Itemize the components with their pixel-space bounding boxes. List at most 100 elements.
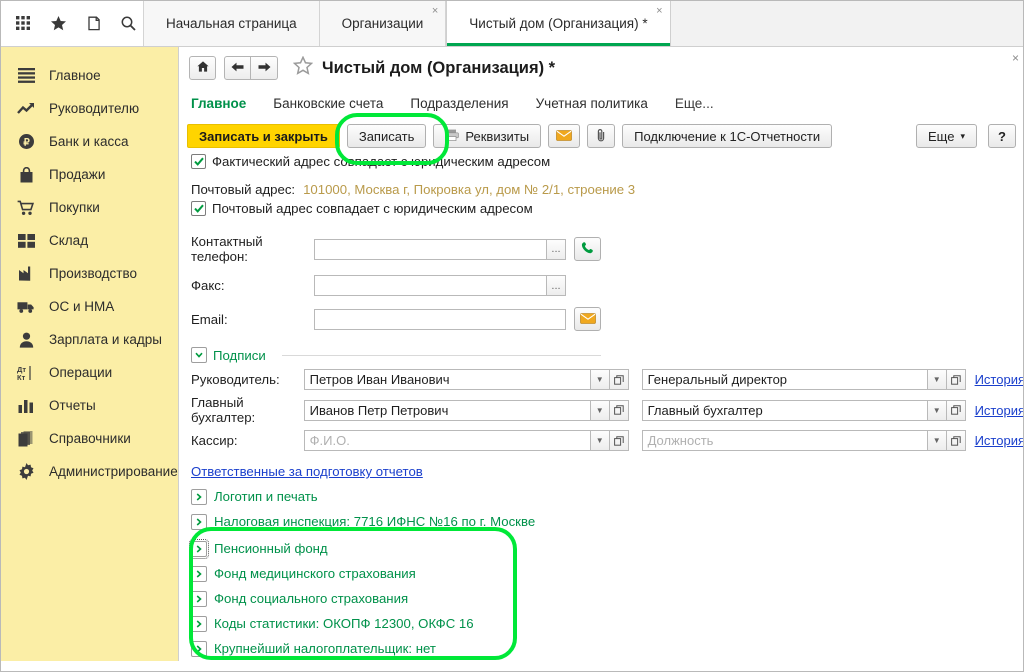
sidebar-item-otchety[interactable]: Отчеты [1,389,178,422]
sidebar-item-proizvodstvo[interactable]: Производство [1,257,178,290]
search-icon[interactable] [120,15,137,32]
navlink-more[interactable]: Еще... [675,96,714,111]
tab-home[interactable]: Начальная страница [144,1,320,46]
apps-grid-icon[interactable] [15,15,32,32]
sidebar-item-label: Производство [49,266,138,281]
accountant-position-dropdown[interactable]: ▼ [927,399,947,421]
cashier-position-dropdown[interactable]: ▼ [927,430,947,451]
organization-form: Фактический адрес совпадает с юридически… [180,152,1023,661]
accountant-history-link[interactable]: История [975,403,1023,418]
accountant-name-open-button[interactable] [609,399,629,421]
chevron-right-icon[interactable] [191,565,207,582]
more-menu-button[interactable]: Еще ▾ [916,124,977,148]
chevron-right-icon[interactable] [189,538,209,559]
debit-credit-icon: Дт Кт [17,364,35,382]
save-button[interactable]: Записать [346,124,427,148]
director-position-open-button[interactable] [946,369,966,390]
director-name-input[interactable]: Петров Иван Иванович [303,369,591,390]
requisites-button[interactable]: Реквизиты [433,124,542,148]
accountant-position-open-button[interactable] [946,399,966,421]
chevron-right-icon[interactable] [191,488,207,505]
tab-bar-filler [670,1,1023,46]
sidebar-item-prodazhi[interactable]: Продажи [1,158,178,191]
help-button[interactable]: ? [988,124,1016,148]
back-button[interactable] [224,56,251,80]
fax-input[interactable] [314,275,547,296]
director-position-input[interactable]: Генеральный директор [641,369,928,390]
connect-1c-reporting-button[interactable]: Подключение к 1С-Отчетности [622,124,833,148]
send-email-button[interactable] [548,124,581,148]
chevron-down-icon[interactable] [191,347,207,363]
sidebar-item-sklad[interactable]: Склад [1,224,178,257]
accountant-name-dropdown[interactable]: ▼ [590,399,610,421]
attach-file-button[interactable] [587,124,616,148]
responsible-for-reports-link[interactable]: Ответственные за подготовку отчетов [191,464,423,479]
chevron-down-icon: ▾ [960,130,965,141]
navlink-podrazdeleniya[interactable]: Подразделения [410,96,508,111]
chevron-right-icon[interactable] [191,590,207,607]
phone-input[interactable] [314,238,547,260]
cashier-name-open-button[interactable] [609,430,629,451]
arrow-left-icon [231,61,244,75]
tab-label: Организации [341,16,424,31]
chevron-right-icon[interactable] [191,615,207,632]
tab-label: Начальная страница [166,16,297,31]
sidebar-item-operacii[interactable]: Дт Кт Операции [1,356,178,389]
director-name-dropdown[interactable]: ▼ [590,369,610,390]
sidebar-item-pokupki[interactable]: Покупки [1,191,178,224]
sidebar-item-os-i-nma[interactable]: ОС и НМА [1,290,178,323]
section-fond-medicinskogo-strahovaniya[interactable]: Фонд медицинского страхования [191,561,1023,586]
postal-address-value[interactable]: 101000, Москва г, Покровка ул, дом № 2/1… [303,182,635,197]
chevron-right-icon[interactable] [191,640,207,657]
close-icon[interactable]: × [1012,52,1019,64]
cashier-name-input[interactable]: Ф.И.О. [303,430,591,451]
section-nalogovaya-inspekciya[interactable]: Налоговая инспекция: 7716 ИФНС №16 по г.… [191,509,1023,534]
sidebar-item-spravochniki[interactable]: Справочники [1,422,178,455]
document-header: Чистый дом (Организация) * [180,47,1023,89]
sidebar-item-label: Отчеты [49,398,96,413]
call-button[interactable] [574,237,601,261]
director-position-dropdown[interactable]: ▼ [927,369,947,390]
navlink-glavnoe[interactable]: Главное [191,96,246,111]
sidebar-item-administrirovanie[interactable]: Администрирование [1,455,178,488]
cashier-position-open-button[interactable] [946,430,966,451]
navlink-uchetnaya-politika[interactable]: Учетная политика [536,96,648,111]
email-input[interactable] [314,308,566,330]
section-fond-socialnogo-strahovaniya[interactable]: Фонд социального страхования [191,586,1023,611]
send-email-field-button[interactable] [574,307,601,331]
tab-chistyi-dom-organization[interactable]: Чистый дом (Организация) * × [446,1,671,46]
accountant-position-input[interactable]: Главный бухгалтер [641,399,928,421]
section-logotip-i-pechat[interactable]: Логотип и печать [191,484,1023,509]
section-kody-statistiki[interactable]: Коды статистики: ОКОПФ 12300, ОКФС 16 [191,611,1023,636]
ruble-coin-icon: ₽ [17,133,35,151]
add-to-favorites-button[interactable] [290,55,316,81]
star-favorites-icon[interactable] [50,15,67,32]
fax-select-button[interactable]: ... [547,275,566,296]
director-history-link[interactable]: История [975,372,1023,387]
signatures-section-toggle[interactable]: Подписи [191,347,601,363]
history-icon[interactable] [85,15,102,32]
section-krupneishii-nalogoplatelshchik[interactable]: Крупнейший налогоплательщик: нет [191,636,1023,661]
svg-text:₽: ₽ [23,138,30,149]
cashier-history-link[interactable]: История [975,433,1023,448]
phone-select-button[interactable]: ... [547,238,566,260]
home-button[interactable] [189,56,216,80]
chevron-right-icon[interactable] [191,513,207,530]
accountant-name-input[interactable]: Иванов Петр Петрович [303,399,591,421]
sidebar-item-zarplata-i-kadry[interactable]: Зарплата и кадры [1,323,178,356]
save-and-close-button[interactable]: Записать и закрыть [187,124,340,148]
forward-button[interactable] [251,56,278,80]
cashier-name-dropdown[interactable]: ▼ [590,430,610,451]
sidebar-item-glavnoe[interactable]: Главное [1,59,178,92]
director-name-open-button[interactable] [609,369,629,390]
tab-close-icon[interactable]: × [656,6,662,17]
navlink-bankovskie-scheta[interactable]: Банковские счета [273,96,383,111]
actual-address-checkbox[interactable] [191,154,206,169]
sidebar-item-bank-i-kassa[interactable]: ₽ Банк и касса [1,125,178,158]
cashier-position-input[interactable]: Должность [641,430,928,451]
sidebar-item-rukovoditelyu[interactable]: Руководителю [1,92,178,125]
section-pensionnyi-fond[interactable]: Пенсионный фонд [189,536,1023,561]
tab-close-icon[interactable]: × [432,6,438,17]
postal-address-checkbox[interactable] [191,201,206,216]
tab-organizations[interactable]: Организации × [319,1,447,46]
